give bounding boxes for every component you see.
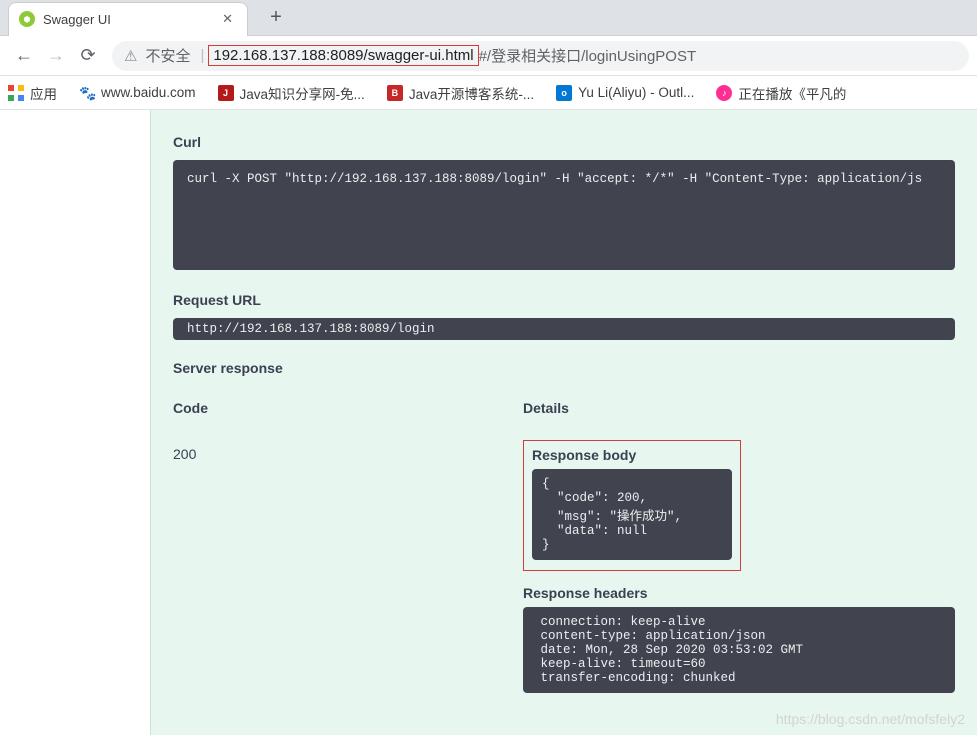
details-header: Details (523, 400, 955, 440)
nav-bar: ← → ⟳ ⚠ 不安全 | 192.168.137.188:8089/swagg… (0, 36, 977, 76)
bookmark-outlook[interactable]: oYu Li(Aliyu) - Outl... (556, 85, 694, 101)
url-highlighted: 192.168.137.188:8089/swagger-ui.html (208, 45, 478, 66)
code-header: Code (173, 400, 523, 440)
request-url-label: Request URL (173, 292, 955, 308)
url-rest: #/登录相关接口/loginUsingPOST (479, 45, 697, 66)
bookmark-java1[interactable]: JJava知识分享网-免... (218, 83, 365, 103)
response-body-section: Response body { "code": 200, "msg": "操作成… (523, 440, 741, 571)
response-headers-section: Response headers connection: keep-alive … (523, 585, 955, 693)
server-response-label: Server response (173, 360, 955, 376)
status-code: 200 (173, 440, 523, 462)
close-tab-icon[interactable]: ✕ (222, 11, 233, 27)
insecure-icon: ⚠ (124, 47, 137, 65)
bookmark-playing[interactable]: ♪正在播放《平凡的 (716, 83, 846, 103)
address-bar[interactable]: ⚠ 不安全 | 192.168.137.188:8089/swagger-ui.… (112, 41, 969, 71)
bookmarks-bar: 应用 🐾www.baidu.com JJava知识分享网-免... BJava开… (0, 76, 977, 110)
response-headers-block[interactable]: connection: keep-alive content-type: app… (523, 607, 955, 693)
tab-bar: ⬢ Swagger UI ✕ + (0, 0, 977, 36)
response-body-block[interactable]: { "code": 200, "msg": "操作成功", "data": nu… (532, 469, 732, 560)
swagger-favicon: ⬢ (19, 11, 35, 27)
reload-button[interactable]: ⟳ (72, 40, 104, 72)
request-url-block[interactable]: http://192.168.137.188:8089/login (173, 318, 955, 340)
curl-label: Curl (173, 134, 955, 150)
insecure-label: 不安全 (145, 45, 190, 66)
watermark: https://blog.csdn.net/mofsfely2 (776, 711, 965, 727)
j-icon: J (218, 85, 234, 101)
apps-icon (8, 85, 24, 101)
response-headers-label: Response headers (523, 585, 955, 601)
b-icon: B (387, 85, 403, 101)
outlook-icon: o (556, 85, 572, 101)
swagger-response-panel: Curl curl -X POST "http://192.168.137.18… (150, 110, 977, 735)
music-icon: ♪ (716, 85, 732, 101)
response-body-label: Response body (532, 447, 732, 463)
curl-command-block[interactable]: curl -X POST "http://192.168.137.188:808… (173, 160, 955, 270)
apps-shortcut[interactable]: 应用 (8, 83, 57, 103)
new-tab-button[interactable]: + (262, 4, 290, 32)
baidu-icon: 🐾 (79, 85, 95, 101)
browser-tab[interactable]: ⬢ Swagger UI ✕ (8, 2, 248, 36)
tab-title: Swagger UI (43, 12, 192, 27)
bookmark-baidu[interactable]: 🐾www.baidu.com (79, 85, 196, 101)
page-content: Curl curl -X POST "http://192.168.137.18… (0, 110, 977, 735)
bookmark-java2[interactable]: BJava开源博客系统-... (387, 83, 534, 103)
forward-button[interactable]: → (40, 40, 72, 72)
back-button[interactable]: ← (8, 40, 40, 72)
